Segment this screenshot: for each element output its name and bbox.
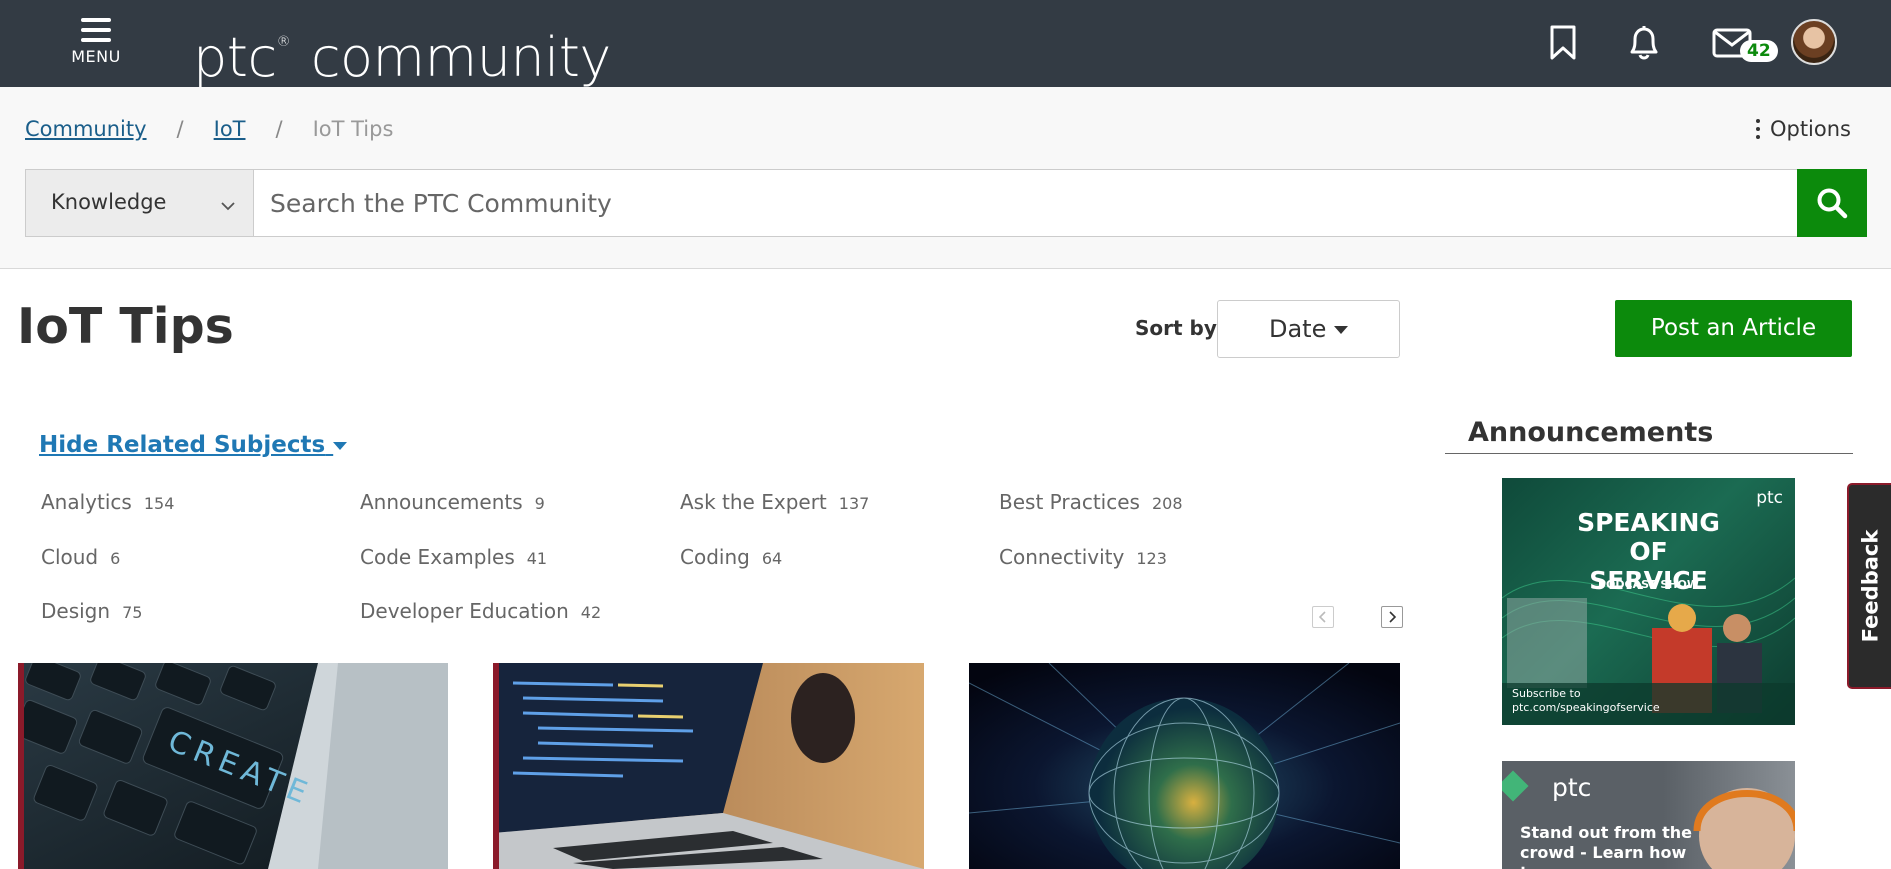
sort-value: Date	[1268, 315, 1327, 343]
search-button[interactable]	[1797, 169, 1867, 237]
logo-text: community	[310, 26, 612, 89]
subject-label: Announcements	[360, 490, 523, 514]
banner-cta: Subscribe to ptc.com/speakingofservice	[1512, 687, 1660, 714]
subject-count: 41	[526, 549, 548, 568]
bell-icon[interactable]	[1621, 20, 1667, 66]
ptc-logo: ptc	[1552, 773, 1592, 802]
search-bar: Knowledge	[25, 169, 1867, 237]
speaking-of-service-banner[interactable]: ptc SPEAKING OF SERVICE PODCAST SHOW Sub…	[1502, 478, 1795, 725]
article-card[interactable]	[493, 663, 924, 869]
logo-brand: ptc	[193, 26, 277, 89]
subheader: Community / IoT / IoT Tips Options Knowl…	[0, 87, 1891, 269]
user-avatar[interactable]	[1791, 19, 1837, 65]
feedback-label: Feedback	[1858, 529, 1883, 643]
banner-text: Stand out from the crowd - Learn how to	[1520, 823, 1692, 869]
hamburger-icon	[68, 18, 124, 42]
subject-analytics[interactable]: Analytics 154	[41, 490, 174, 514]
subject-count: 208	[1151, 494, 1183, 513]
subject-label: Analytics	[41, 490, 132, 514]
sort-dropdown[interactable]: Date	[1217, 300, 1400, 358]
subject-connectivity[interactable]: Connectivity 123	[999, 545, 1167, 569]
subject-design[interactable]: Design 75	[41, 599, 142, 623]
chevron-down-icon	[221, 192, 235, 216]
search-scope-dropdown[interactable]: Knowledge	[26, 170, 254, 236]
options-label: Options	[1769, 117, 1851, 141]
caret-down-icon	[1334, 326, 1348, 334]
breadcrumb-community[interactable]: Community	[25, 117, 147, 141]
laptop-code-image	[493, 663, 924, 869]
article-card[interactable]: CREATE	[18, 663, 448, 869]
page-title: IoT Tips	[17, 298, 234, 355]
subject-count: 42	[580, 603, 602, 622]
breadcrumb-separator: /	[275, 117, 283, 141]
chevron-right-icon	[1389, 611, 1397, 623]
chevron-left-icon	[1318, 611, 1326, 623]
subject-label: Code Examples	[360, 545, 515, 569]
ptc-logo: ptc	[1756, 488, 1783, 508]
subject-label: Coding	[680, 545, 750, 569]
subject-announcements[interactable]: Announcements 9	[360, 490, 545, 514]
subjects-prev-button[interactable]	[1312, 606, 1334, 628]
announcements-heading: Announcements	[1468, 417, 1714, 448]
search-scope-value: Knowledge	[51, 190, 167, 214]
top-nav-bar: MENU ptc® community 42	[0, 0, 1891, 89]
subject-code-examples[interactable]: Code Examples 41	[360, 545, 547, 569]
bookmark-icon[interactable]	[1540, 20, 1586, 66]
subject-count: 6	[110, 549, 121, 568]
stand-out-banner[interactable]: ptc Stand out from the crowd - Learn how…	[1502, 761, 1795, 869]
ptc-community-logo[interactable]: ptc® community	[193, 8, 611, 92]
subject-count: 137	[838, 494, 870, 513]
feedback-tab[interactable]: Feedback	[1847, 483, 1891, 689]
article-card[interactable]	[969, 663, 1400, 869]
hide-related-label: Hide Related Subjects	[39, 432, 326, 458]
hide-related-subjects-toggle[interactable]: Hide Related Subjects	[39, 432, 348, 458]
search-icon	[1817, 188, 1848, 219]
subject-label: Ask the Expert	[680, 490, 827, 514]
subject-best-practices[interactable]: Best Practices 208	[999, 490, 1183, 514]
banner-subtitle: PODCAST SHOW	[1598, 578, 1699, 591]
options-menu-button[interactable]: Options	[1755, 117, 1851, 141]
subject-count: 75	[122, 603, 143, 622]
subject-developer-education[interactable]: Developer Education 42	[360, 599, 601, 623]
sort-by-label: Sort by:	[1135, 316, 1225, 340]
keyboard-create-image: CREATE	[18, 663, 448, 869]
menu-button[interactable]: MENU	[68, 18, 124, 66]
subject-count: 64	[761, 549, 783, 568]
caret-down-icon	[333, 441, 348, 450]
menu-label: MENU	[71, 47, 121, 66]
messages-count-badge: 42	[1740, 40, 1778, 62]
post-article-button[interactable]: Post an Article	[1615, 300, 1852, 357]
subject-ask-the-expert[interactable]: Ask the Expert 137	[680, 490, 869, 514]
subject-label: Developer Education	[360, 599, 569, 623]
breadcrumb-current: IoT Tips	[312, 117, 394, 141]
subjects-next-button[interactable]	[1381, 606, 1403, 628]
search-input[interactable]	[254, 170, 1798, 236]
subject-count: 9	[534, 494, 545, 513]
announcements-divider	[1445, 453, 1853, 454]
subject-label: Connectivity	[999, 545, 1125, 569]
subject-count: 123	[1136, 549, 1167, 568]
breadcrumb: Community / IoT / IoT Tips	[25, 117, 393, 141]
breadcrumb-separator: /	[176, 117, 184, 141]
subject-cloud[interactable]: Cloud 6	[41, 545, 120, 569]
logo-registered-mark: ®	[276, 34, 291, 50]
globe-network-image	[969, 663, 1400, 869]
subject-coding[interactable]: Coding 64	[680, 545, 782, 569]
subject-label: Design	[41, 599, 111, 623]
subject-label: Cloud	[41, 545, 99, 569]
vertical-dots-icon	[1755, 117, 1760, 141]
subject-label: Best Practices	[999, 490, 1140, 514]
subject-count: 154	[143, 494, 175, 513]
breadcrumb-iot[interactable]: IoT	[214, 117, 246, 141]
